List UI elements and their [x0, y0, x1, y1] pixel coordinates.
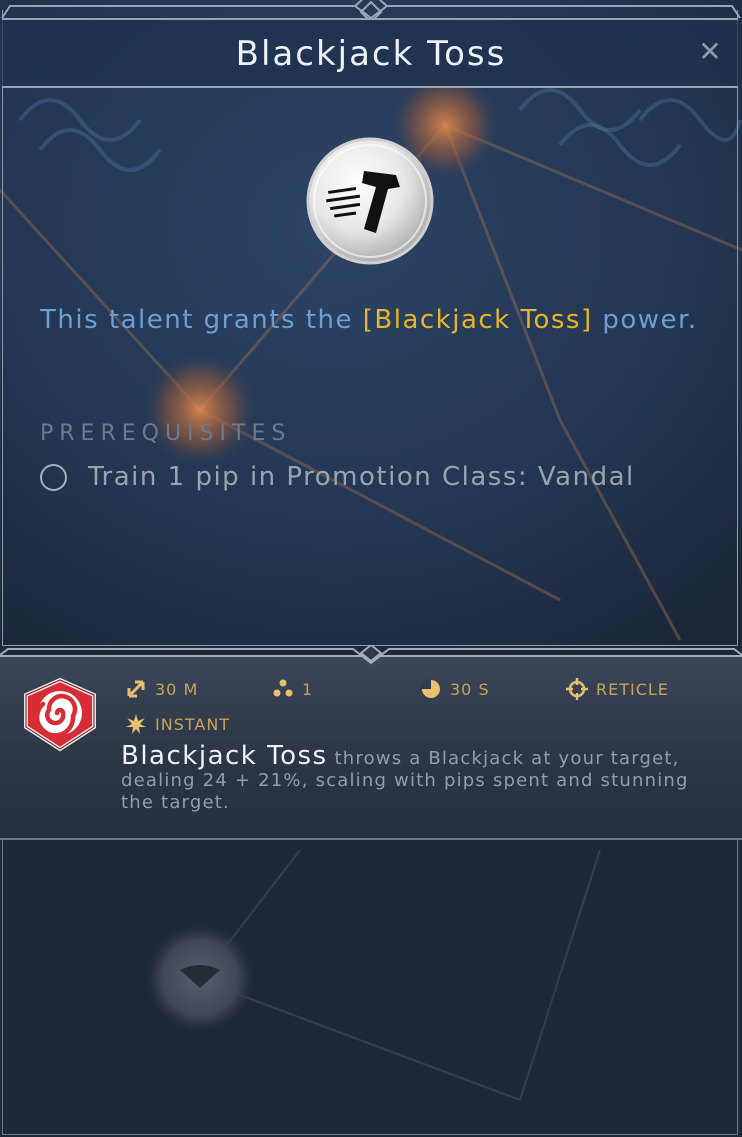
- prerequisite-text: Train 1 pip in Promotion Class: Vandal: [88, 462, 635, 492]
- range-value: 30 M: [155, 680, 199, 699]
- description-prefix: This talent grants the: [40, 305, 363, 335]
- power-description: Blackjack Toss throws a Blackjack at you…: [121, 743, 721, 814]
- top-frame-ornament: [1, 0, 741, 20]
- pips-icon: [273, 679, 293, 697]
- reticle-icon: [566, 678, 588, 700]
- cooldown-icon: [421, 679, 440, 698]
- hammer-throw-icon: [306, 137, 434, 265]
- instant-burst-icon: [126, 714, 146, 734]
- unmet-circle-icon: [40, 464, 67, 491]
- swirl-hexagon-icon: [24, 677, 96, 752]
- lower-panel-frame: [2, 840, 738, 1135]
- pips-value: 1: [302, 680, 314, 699]
- power-name: Blackjack Toss: [121, 741, 328, 771]
- description-suffix: power.: [592, 305, 698, 335]
- talent-description: This talent grants the [Blackjack Toss] …: [40, 303, 700, 338]
- targeting-value: RETICLE: [596, 680, 669, 699]
- close-icon[interactable]: ✕: [696, 38, 724, 66]
- dialog-title: Blackjack Toss: [235, 34, 507, 74]
- mid-frame-ornament: [0, 645, 742, 665]
- power-link[interactable]: [Blackjack Toss]: [363, 305, 593, 335]
- cooldown-value: 30 S: [450, 680, 490, 699]
- cast-value: INSTANT: [155, 715, 231, 734]
- prerequisites-heading: PREREQUISITES: [40, 421, 292, 446]
- range-arrow-icon: [127, 680, 145, 698]
